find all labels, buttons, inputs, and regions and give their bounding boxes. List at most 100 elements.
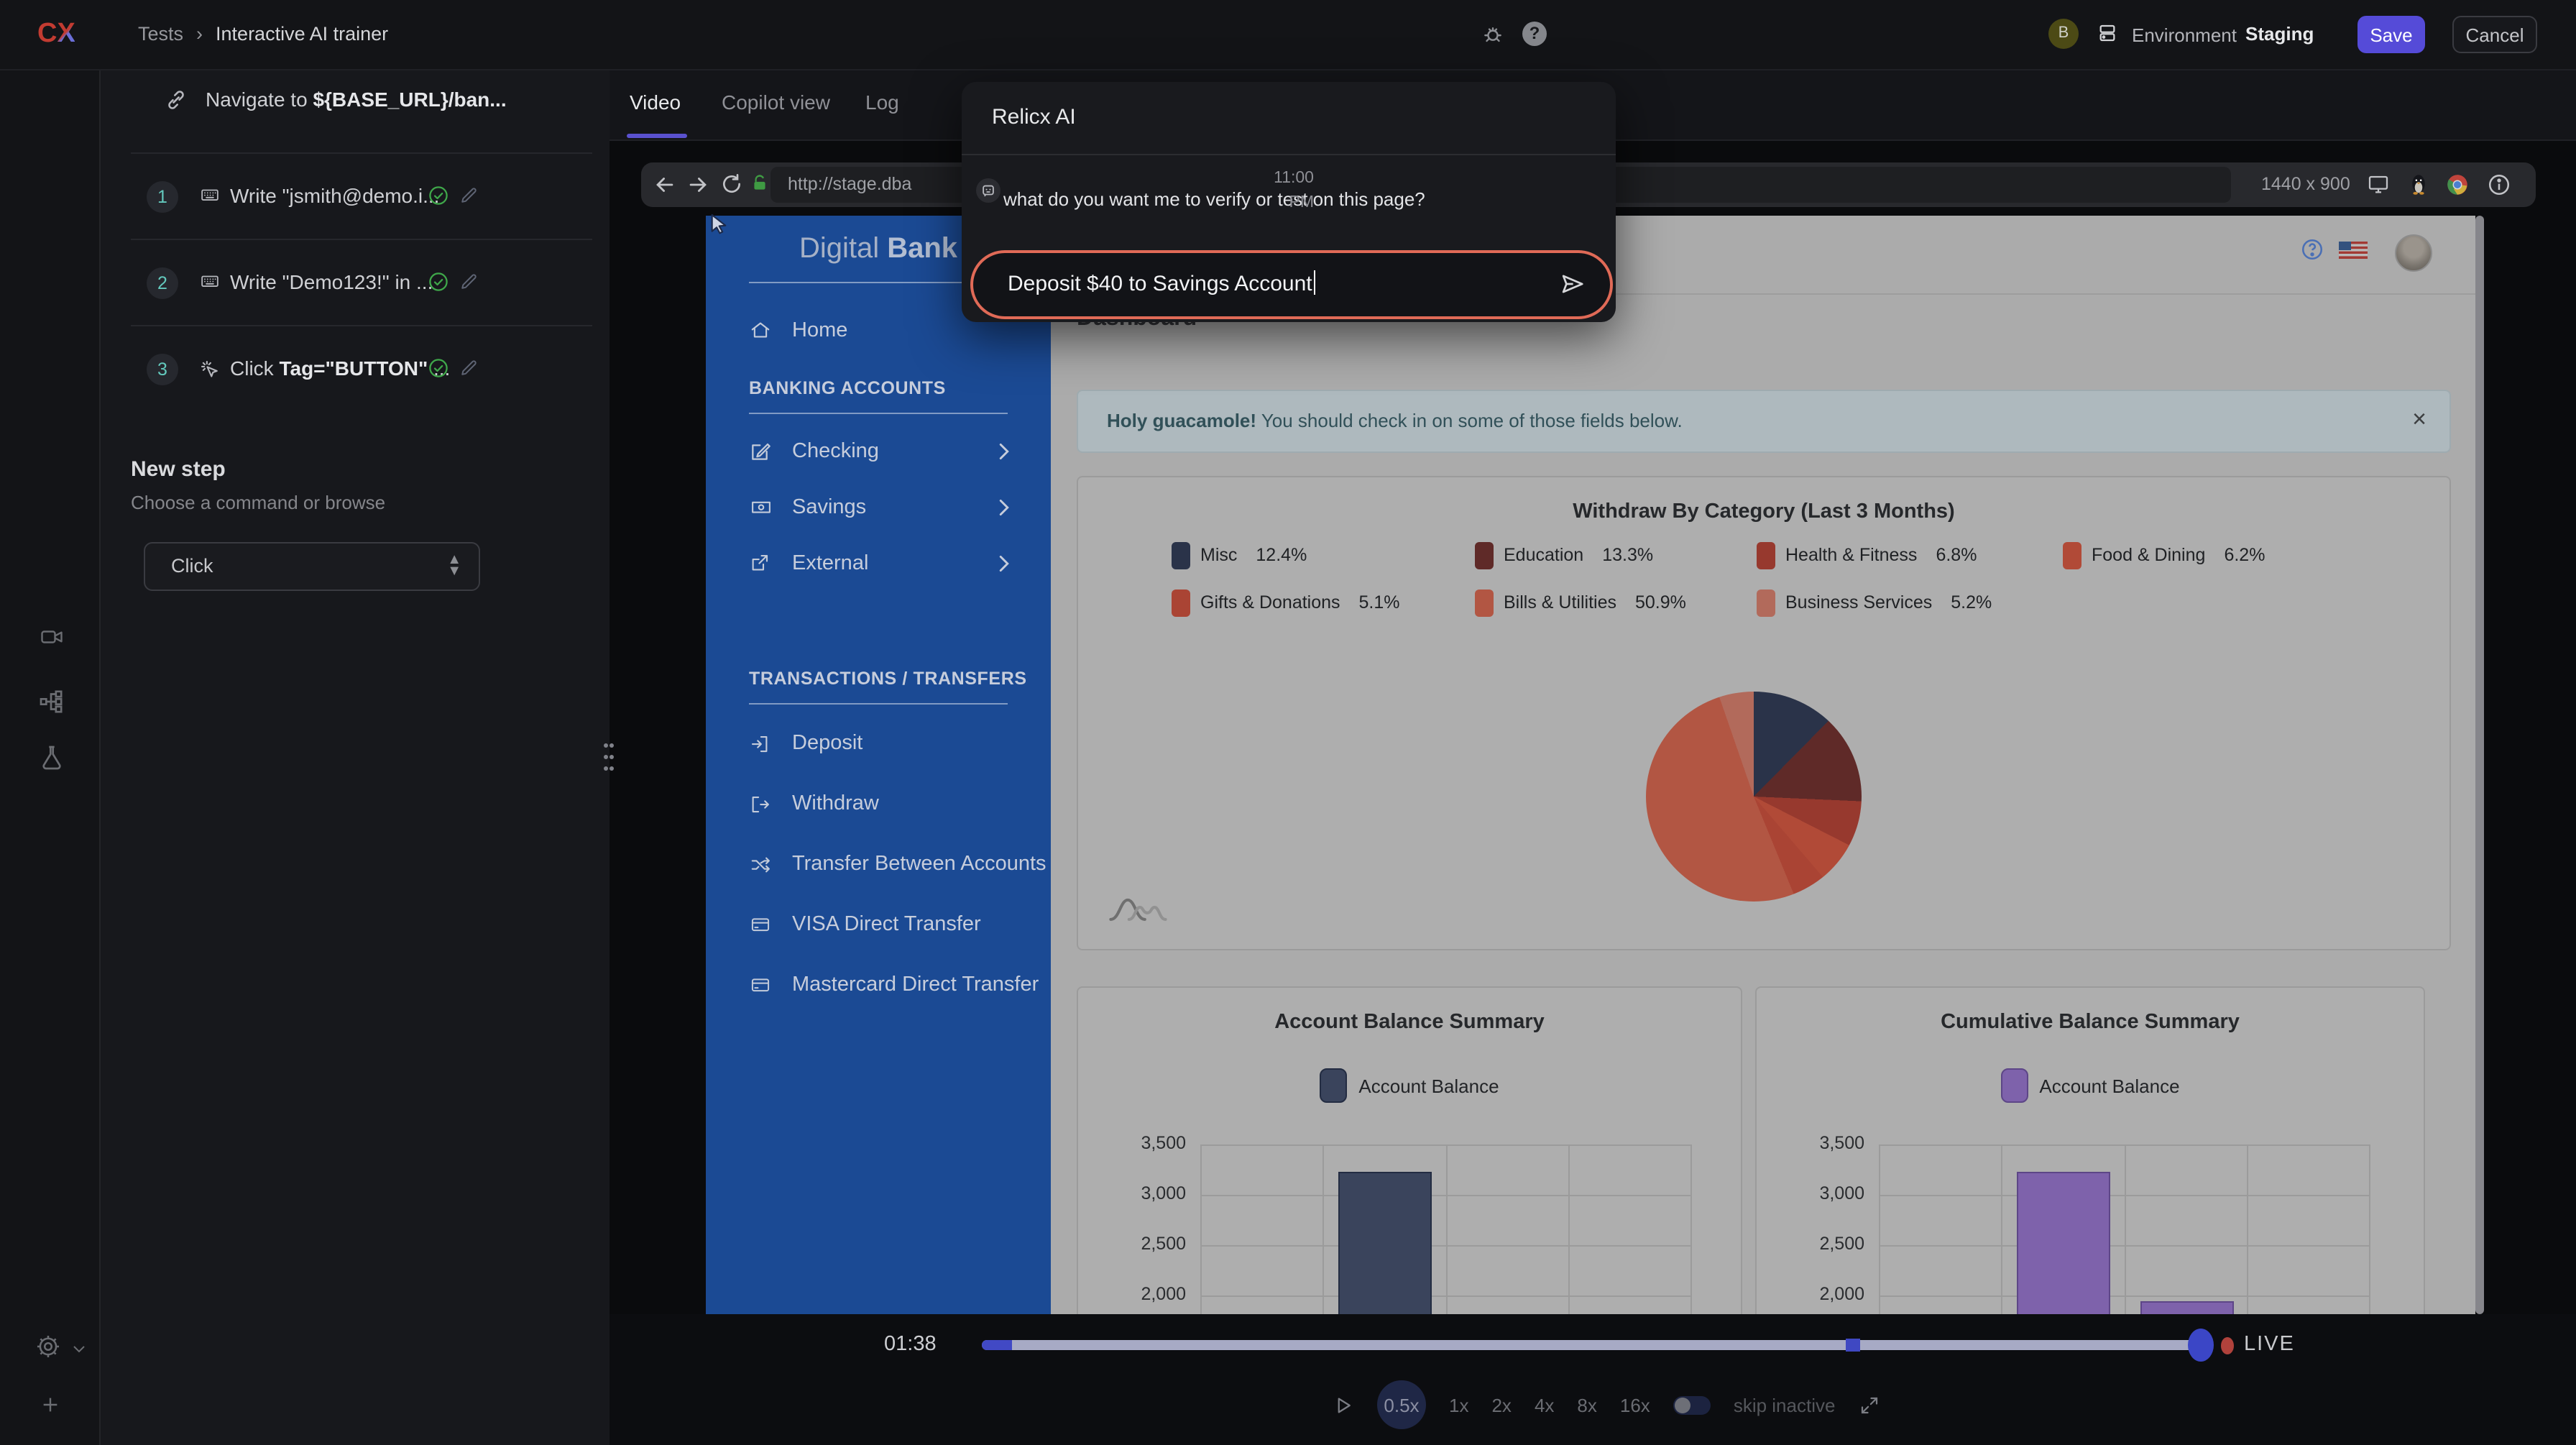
- step-row-1[interactable]: 1Write "jsmith@demo.i...: [101, 154, 610, 239]
- add-plus-icon[interactable]: [39, 1393, 62, 1416]
- player-controls: 0.5x 1x 2x 4x 8x 16x skip inactive: [1333, 1380, 1880, 1429]
- step-edit-icon[interactable]: [459, 272, 479, 292]
- signin-icon: [749, 733, 770, 754]
- ai-prompt-input[interactable]: Deposit $40 to Savings Account: [970, 250, 1613, 319]
- reload-icon[interactable]: [720, 173, 743, 196]
- tests-flask-icon[interactable]: [37, 743, 66, 772]
- step-row-2[interactable]: 2Write "Demo123!" in ...: [101, 240, 610, 325]
- page-scrollbar[interactable]: [2475, 216, 2484, 1314]
- chevron-down-icon[interactable]: [70, 1340, 88, 1357]
- cx-logo[interactable]: CX: [37, 19, 75, 50]
- speed-0.5x[interactable]: 0.5x: [1377, 1380, 1426, 1429]
- speed-8x[interactable]: 8x: [1577, 1394, 1596, 1416]
- bank-nav-checking[interactable]: Checking: [706, 423, 1051, 479]
- bar-value-3230: [2018, 1172, 2111, 1314]
- steps-list: 1Write "jsmith@demo.i...2Write "Demo123!…: [101, 154, 610, 411]
- send-icon[interactable]: [1558, 270, 1586, 298]
- speed-16x[interactable]: 16x: [1620, 1394, 1650, 1416]
- step-navigate[interactable]: Navigate to ${BASE_URL}/ban...: [101, 69, 610, 152]
- progress-scrubber[interactable]: [2188, 1329, 2214, 1362]
- speed-2x[interactable]: 2x: [1491, 1394, 1511, 1416]
- bank-nav-external[interactable]: External: [706, 535, 1051, 591]
- bank-nav-deposit[interactable]: Deposit: [706, 713, 1051, 774]
- bank-nav-label: External: [792, 551, 868, 574]
- y-axis-tick: 3,500: [1117, 1133, 1186, 1153]
- step-edit-icon[interactable]: [459, 358, 479, 378]
- environment-value[interactable]: Staging: [2245, 23, 2314, 45]
- tab-video[interactable]: Video: [630, 91, 681, 114]
- bank-sidebar: Digital Bank HomeBANKING ACCOUNTSCheckin…: [706, 216, 1051, 1314]
- link-icon: [164, 88, 188, 112]
- progress-marker[interactable]: [1846, 1339, 1860, 1352]
- monitor-icon[interactable]: [2366, 173, 2391, 196]
- speed-buttons: 0.5x 1x 2x 4x 8x 16x: [1377, 1380, 1650, 1429]
- breadcrumb-current: Interactive AI trainer: [216, 23, 388, 45]
- y-axis-tick: 2,000: [1117, 1284, 1186, 1304]
- flows-tree-icon[interactable]: [37, 687, 66, 716]
- alert-close-icon[interactable]: ×: [2412, 405, 2426, 434]
- recordings-camera-icon[interactable]: [37, 624, 66, 650]
- command-select[interactable]: Click ▲▼: [144, 542, 480, 591]
- bank-nav-label: Savings: [792, 495, 866, 518]
- legend-swatch: [2000, 1068, 2028, 1103]
- bank-user-avatar[interactable]: [2395, 234, 2432, 272]
- select-chevrons-icon: ▲▼: [447, 555, 461, 578]
- mouse-cursor-icon: [707, 211, 730, 236]
- live-label: LIVE: [2244, 1333, 2295, 1356]
- y-axis-tick: 2,000: [1795, 1284, 1864, 1304]
- pie-legend-item: Health & Fitness6.8%: [1757, 541, 2063, 569]
- breadcrumb: Tests › Interactive AI trainer: [138, 23, 388, 45]
- url-text: http://stage.dba: [788, 174, 911, 194]
- viewport-size: 1440 x 900: [2261, 174, 2350, 194]
- bank-nav-mastercard-direct-transfer[interactable]: Mastercard Direct Transfer: [706, 955, 1051, 1015]
- breadcrumb-tests[interactable]: Tests: [138, 23, 183, 45]
- bot-avatar-icon: [976, 178, 1000, 203]
- step-success-icon: [427, 184, 450, 207]
- new-step-title: New step: [131, 457, 226, 482]
- forward-arrow-icon[interactable]: [686, 173, 710, 197]
- bar-chart-legend: Account Balance: [1078, 1068, 1741, 1103]
- cumulative-balance-card: Cumulative Balance Summary Account Balan…: [1755, 986, 2425, 1314]
- legend-swatch: [1320, 1068, 1347, 1103]
- environment-label: Environment: [2132, 24, 2237, 46]
- chrome-icon: [2447, 174, 2468, 196]
- step-row-3[interactable]: 3Click Tag="BUTTON" ...: [101, 326, 610, 411]
- help-icon[interactable]: ?: [1522, 22, 1547, 46]
- settings-gear-icon[interactable]: [34, 1333, 62, 1360]
- cancel-button[interactable]: Cancel: [2452, 16, 2537, 53]
- play-icon[interactable]: [1333, 1393, 1354, 1417]
- tab-copilot-view[interactable]: Copilot view: [722, 91, 830, 114]
- speed-4x[interactable]: 4x: [1535, 1394, 1554, 1416]
- pie-legend-item: Education13.3%: [1475, 541, 1757, 569]
- bank-nav-label: Deposit: [792, 732, 862, 755]
- skip-inactive-label: skip inactive: [1734, 1394, 1836, 1416]
- pie-legend-item: Gifts & Donations5.1%: [1172, 588, 1475, 617]
- bank-nav-withdraw[interactable]: Withdraw: [706, 774, 1051, 834]
- pie-legend-item: Business Services5.2%: [1757, 588, 2063, 617]
- tab-log[interactable]: Log: [865, 91, 899, 114]
- info-icon[interactable]: [2487, 173, 2511, 197]
- step-number: 1: [147, 181, 178, 213]
- bank-nav-savings[interactable]: Savings: [706, 479, 1051, 535]
- save-button[interactable]: Save: [2358, 16, 2425, 53]
- step-edit-icon[interactable]: [459, 185, 479, 206]
- speed-1x[interactable]: 1x: [1449, 1394, 1468, 1416]
- step-label: Write "Demo123!" in ...: [230, 270, 417, 293]
- bot-message: what do you want me to verify or test on…: [1003, 188, 1425, 210]
- y-axis-tick: 3,000: [1117, 1183, 1186, 1203]
- progress-track[interactable]: [982, 1340, 2201, 1350]
- bank-help-icon[interactable]: [2300, 237, 2324, 262]
- panel-drag-handle[interactable]: [599, 739, 620, 782]
- back-arrow-icon[interactable]: [653, 173, 677, 197]
- bank-nav-transfer-between-accounts[interactable]: Transfer Between Accounts: [706, 834, 1051, 894]
- skip-inactive-toggle[interactable]: [1673, 1395, 1711, 1414]
- chevron-right-icon: [998, 554, 1011, 572]
- bank-nav-visa-direct-transfer[interactable]: VISA Direct Transfer: [706, 894, 1051, 955]
- debug-bug-icon[interactable]: [1481, 22, 1505, 46]
- dialog-title: Relicx AI: [992, 105, 1076, 129]
- user-avatar[interactable]: B: [2048, 19, 2079, 49]
- video-viewport: Digital Bank HomeBANKING ACCOUNTSCheckin…: [706, 216, 2484, 1314]
- us-flag-icon[interactable]: [2339, 242, 2368, 259]
- fullscreen-icon[interactable]: [1858, 1394, 1880, 1416]
- chevron-right-icon: [998, 442, 1011, 459]
